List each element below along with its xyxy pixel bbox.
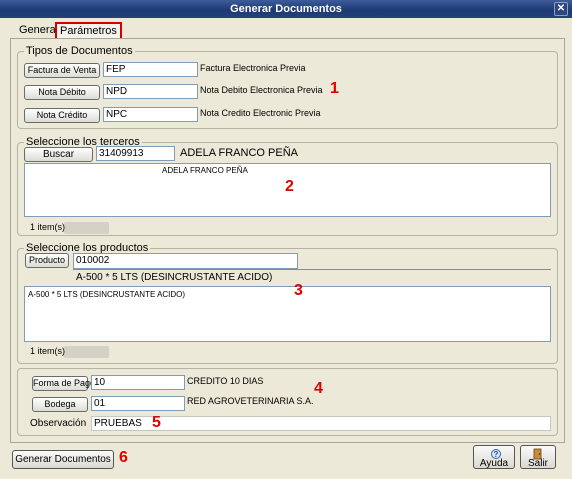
salir-button[interactable]: Salir (520, 445, 556, 469)
marker-5: 5 (152, 414, 161, 431)
bodega-description: RED AGROVETERINARIA S.A. (187, 396, 314, 406)
bodega-field[interactable]: 01 (91, 396, 185, 411)
marker-1: 1 (330, 80, 339, 97)
window-title: Generar Documentos (230, 3, 342, 15)
forma-pago-button[interactable]: Forma de Pago (32, 376, 95, 391)
producto-separator (73, 269, 551, 270)
forma-pago-field[interactable]: 10 (91, 375, 185, 390)
observacion-label: Observación (30, 418, 87, 429)
nota-debito-button[interactable]: Nota Débito (24, 85, 100, 100)
buscar-button[interactable]: Buscar (24, 147, 93, 162)
salir-label: Salir (527, 458, 548, 469)
forma-pago-description: CREDITO 10 DIAS (187, 376, 264, 386)
factura-venta-code-field[interactable]: FEP (103, 62, 198, 77)
terceros-count-bar (64, 222, 109, 234)
nota-credito-code-field[interactable]: NPC (103, 107, 198, 122)
productos-count: 1 item(s) (30, 346, 66, 356)
list-item[interactable]: A-500 * 5 LTS (DESINCRUSTANTE ACIDO) (28, 290, 185, 299)
tercero-name: ADELA FRANCO PEÑA (180, 147, 298, 159)
nota-credito-description: Nota Credito Electronic Previa (200, 108, 321, 118)
nota-debito-code-field[interactable]: NPD (103, 84, 198, 99)
factura-venta-button[interactable]: Factura de Venta (24, 63, 100, 78)
productos-count-bar (64, 346, 109, 358)
tipos-documentos-legend: Tipos de Documentos (26, 45, 133, 57)
nota-credito-button[interactable]: Nota Crédito (24, 108, 100, 123)
factura-venta-description: Factura Electronica Previa (200, 63, 306, 73)
ayuda-label: Ayuda (479, 458, 509, 469)
producto-button[interactable]: Producto (25, 253, 69, 268)
terceros-count: 1 item(s) (30, 222, 66, 232)
productos-list[interactable]: A-500 * 5 LTS (DESINCRUSTANTE ACIDO) (24, 286, 551, 342)
generar-documentos-button[interactable]: Generar Documentos (12, 450, 114, 469)
marker-3: 3 (294, 282, 303, 299)
marker-4: 4 (314, 380, 323, 397)
title-bar: Generar Documentos ✕ (0, 0, 572, 18)
bodega-button[interactable]: Bodega (32, 397, 88, 412)
ayuda-button[interactable]: ? Ayuda (473, 445, 515, 469)
tab-generar[interactable]: Generar (19, 24, 59, 36)
close-icon[interactable]: ✕ (554, 2, 568, 16)
producto-name: A-500 * 5 LTS (DESINCRUSTANTE ACIDO) (76, 272, 273, 283)
nota-debito-description: Nota Debito Electronica Previa (200, 85, 323, 95)
list-item[interactable]: ADELA FRANCO PEÑA (162, 166, 248, 175)
producto-code-field[interactable]: 010002 (73, 253, 298, 269)
tercero-id-field[interactable]: 31409913 (96, 146, 175, 161)
marker-2: 2 (285, 178, 294, 195)
marker-6: 6 (119, 449, 128, 466)
